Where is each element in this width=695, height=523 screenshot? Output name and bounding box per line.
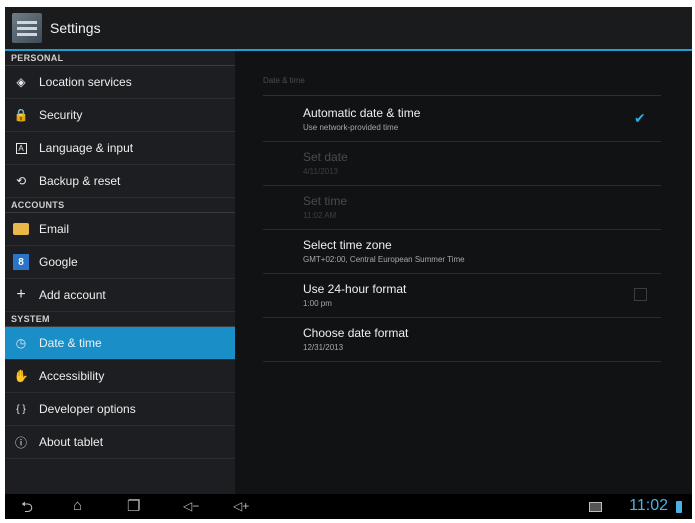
sidebar-item-label: Backup & reset [39,174,121,188]
pref-summary: 12/31/2013 [303,343,344,352]
email-icon [13,221,29,237]
pref-choose-date-format[interactable]: Choose date format 12/31/2013 [263,318,661,362]
sidebar-item-accessibility[interactable]: ✋ Accessibility [5,360,235,393]
location-icon: ◈ [16,75,26,89]
backup-icon: ⟲ [15,174,27,188]
sidebar-item-language-input[interactable]: A Language & input [5,132,235,165]
sidebar-item-label: Security [39,108,83,122]
pref-use-24-hour-format[interactable]: Use 24-hour format 1:00 pm [263,274,661,318]
sidebar-item-label: Date & time [39,336,102,350]
sidebar-item-label: Add account [39,288,106,302]
pref-automatic-date-time[interactable]: Automatic date & time Use network-provid… [263,98,661,142]
detail-header: Date & time [263,76,661,96]
sidebar-item-add-account[interactable]: + Add account [5,279,235,312]
recent-apps-icon[interactable]: ❐ [127,497,140,515]
home-icon[interactable]: ⌂ [73,497,82,514]
volume-up-icon[interactable]: ◁+ [233,499,249,513]
pref-title: Set time [303,194,348,208]
action-bar: Settings [5,7,692,49]
sidebar-item-email[interactable]: Email [5,213,235,246]
pref-summary: 1:00 pm [303,299,332,308]
sidebar-item-label: Email [39,222,70,236]
status-clock[interactable]: 11:02 [629,497,668,515]
lock-icon: 🔒 [13,108,29,122]
pref-summary: Use network-provided time [303,123,399,132]
gallery-notification-icon[interactable] [589,502,602,512]
settings-app-icon[interactable] [12,13,42,43]
volume-down-icon[interactable]: ◁− [183,499,199,513]
sidebar-item-about-tablet[interactable]: ⓘ About tablet [5,426,235,459]
sidebar-item-backup-reset[interactable]: ⟲ Backup & reset [5,165,235,198]
section-header-system: SYSTEM [5,312,235,327]
sidebar-item-label: Language & input [39,141,134,155]
language-icon: A [13,140,29,156]
sidebar-item-label: About tablet [39,435,104,449]
system-navigation-bar: ⮌ ⌂ ❐ ◁− ◁+ 11:02 [5,494,692,519]
battery-icon [676,501,682,513]
sidebar-item-security[interactable]: 🔒 Security [5,99,235,132]
date-time-detail-pane: Date & time Automatic date & time Use ne… [235,51,692,494]
sidebar-item-date-time[interactable]: ◷ Date & time [5,327,235,360]
settings-category-list: PERSONAL ◈ Location services 🔒 Security … [5,51,235,494]
sidebar-item-location-services[interactable]: ◈ Location services [5,66,235,99]
sidebar-item-label: Accessibility [39,369,105,383]
pref-title: Choose date format [303,326,409,340]
pref-summary: 11:02 AM [303,211,337,220]
pref-title: Automatic date & time [303,106,421,120]
sidebar-item-google[interactable]: 8 Google [5,246,235,279]
plus-icon: + [16,286,26,303]
pref-set-time: Set time 11:02 AM [263,186,661,230]
info-icon: ⓘ [14,435,27,450]
section-header-personal: PERSONAL [5,51,235,66]
pref-title: Use 24-hour format [303,282,407,296]
back-icon[interactable]: ⮌ [21,497,33,519]
checkmark-icon[interactable]: ✔ [634,111,647,125]
pref-title: Select time zone [303,238,392,252]
sidebar-item-label: Developer options [39,402,136,416]
pref-summary: 4/11/2013 [303,167,338,176]
pref-summary: GMT+02:00, Central European Summer Time [303,255,465,264]
sidebar-item-label: Google [39,255,78,269]
hand-icon: ✋ [13,369,29,383]
pref-select-time-zone[interactable]: Select time zone GMT+02:00, Central Euro… [263,230,661,274]
google-icon: 8 [13,254,29,270]
sidebar-item-developer-options[interactable]: { } Developer options [5,393,235,426]
pref-set-date: Set date 4/11/2013 [263,142,661,186]
pref-title: Set date [303,150,348,164]
tablet-screen: Settings PERSONAL ◈ Location services 🔒 … [5,7,692,519]
checkbox-icon[interactable] [634,288,647,301]
section-header-accounts: ACCOUNTS [5,198,235,213]
clock-icon: ◷ [15,336,27,350]
app-title: Settings [50,20,101,36]
sidebar-item-label: Location services [39,75,132,89]
braces-icon: { } [16,403,26,415]
